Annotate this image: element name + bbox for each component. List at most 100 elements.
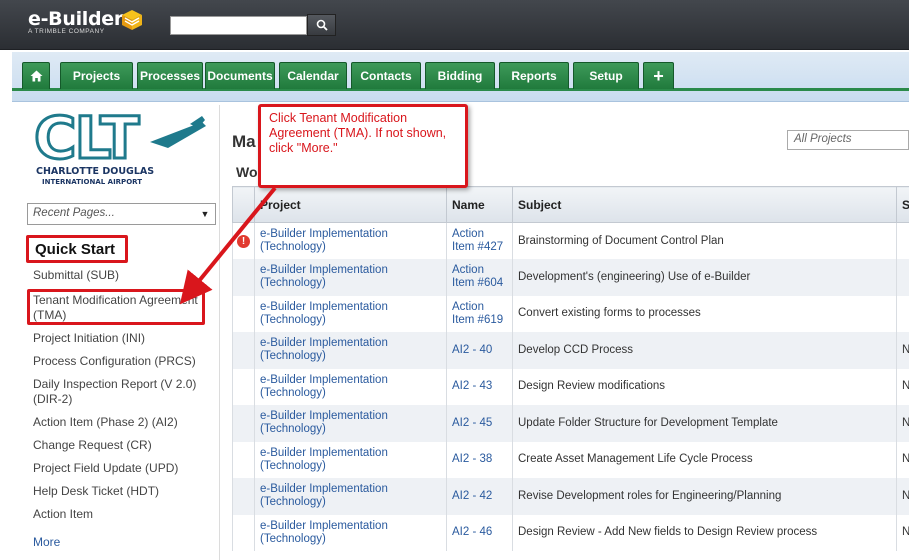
tab-documents[interactable]: Documents <box>205 62 275 89</box>
flag-column-header <box>232 186 255 223</box>
alert-cell <box>232 295 255 332</box>
table-row[interactable]: e-Builder Implementation (Technology) AI2… <box>232 368 909 405</box>
alert-cell: ! <box>232 222 255 259</box>
table-row[interactable]: e-Builder Implementation (Technology) AI2… <box>232 441 909 478</box>
subject-cell: Development's (engineering) Use of e-Bui… <box>512 259 897 296</box>
alert-cell <box>232 514 255 551</box>
quick-link-help-desk[interactable]: Help Desk Ticket (HDT) <box>33 484 213 499</box>
column-header-s[interactable]: S <box>896 186 909 223</box>
quick-link-more[interactable]: More <box>33 535 213 550</box>
project-cell[interactable]: e-Builder Implementation (Technology) <box>254 222 447 259</box>
column-header-project[interactable]: Project <box>254 186 447 223</box>
s-cell: N <box>896 405 909 442</box>
name-cell[interactable]: AI2 - 42 <box>446 478 513 515</box>
clt-airport-logo: CLT CHARLOTTE DOUGLAS INTERNATIONAL AIRP… <box>33 108 206 186</box>
alert-cell <box>232 405 255 442</box>
s-cell <box>896 259 909 296</box>
table-row[interactable]: e-Builder Implementation (Technology) Act… <box>232 259 909 296</box>
s-cell: N <box>896 368 909 405</box>
tab-projects[interactable]: Projects <box>60 62 133 89</box>
subject-cell: Convert existing forms to processes <box>512 295 897 332</box>
tab-home[interactable] <box>22 62 50 89</box>
name-cell[interactable]: AI2 - 38 <box>446 441 513 478</box>
brand-name: e-Builder <box>28 8 123 30</box>
subject-cell: Create Asset Management Life Cycle Proce… <box>512 441 897 478</box>
top-header: e-Builder A TRIMBLE COMPANY <box>0 0 909 50</box>
project-cell[interactable]: e-Builder Implementation (Technology) <box>254 405 447 442</box>
s-cell: N <box>896 514 909 551</box>
s-cell: N <box>896 441 909 478</box>
work-items-table: Project Name Subject S ! e-Builder Implem… <box>232 186 909 551</box>
alert-cell <box>232 478 255 515</box>
alert-cell <box>232 259 255 296</box>
tab-setup[interactable]: Setup <box>573 62 639 89</box>
instruction-callout: Click Tenant Modification Agreement (TMA… <box>258 104 468 188</box>
project-cell[interactable]: e-Builder Implementation (Technology) <box>254 478 447 515</box>
project-cell[interactable]: e-Builder Implementation (Technology) <box>254 368 447 405</box>
subject-cell: Design Review modifications <box>512 368 897 405</box>
section-title: Wo <box>236 164 258 180</box>
column-header-name[interactable]: Name <box>446 186 513 223</box>
global-search-input[interactable] <box>170 16 307 35</box>
project-cell[interactable]: e-Builder Implementation (Technology) <box>254 332 447 369</box>
name-cell[interactable]: Action Item #619 <box>446 295 513 332</box>
tab-calendar[interactable]: Calendar <box>279 62 347 89</box>
table-row[interactable]: e-Builder Implementation (Technology) AI2… <box>232 332 909 369</box>
search-button[interactable] <box>307 14 336 36</box>
alert-cell <box>232 368 255 405</box>
clt-logo-line2: INTERNATIONAL AIRPORT <box>42 178 142 186</box>
quick-link-daily-inspection[interactable]: Daily Inspection Report (V 2.0) (DIR-2) <box>33 377 213 407</box>
quick-link-process-configuration[interactable]: Process Configuration (PRCS) <box>33 354 213 369</box>
page-title: Ma <box>232 132 256 151</box>
table-row[interactable]: e-Builder Implementation (Technology) Act… <box>232 295 909 332</box>
screenshot-frame: e-Builder A TRIMBLE COMPANY Projects Pro… <box>0 0 909 560</box>
name-cell[interactable]: AI2 - 40 <box>446 332 513 369</box>
quick-link-action-item[interactable]: Action Item <box>33 507 213 522</box>
name-cell[interactable]: AI2 - 46 <box>446 514 513 551</box>
quick-start-highlight <box>26 235 128 263</box>
s-cell <box>896 295 909 332</box>
name-cell[interactable]: Action Item #427 <box>446 222 513 259</box>
project-cell[interactable]: e-Builder Implementation (Technology) <box>254 514 447 551</box>
clt-logo-letters: CLT <box>34 108 140 172</box>
name-cell[interactable]: AI2 - 45 <box>446 405 513 442</box>
name-cell[interactable]: Action Item #604 <box>446 259 513 296</box>
table-row[interactable]: ! e-Builder Implementation (Technology) Ac… <box>232 222 909 259</box>
quick-link-change-request[interactable]: Change Request (CR) <box>33 438 213 453</box>
project-filter-input[interactable]: All Projects <box>787 130 909 150</box>
s-cell: N <box>896 332 909 369</box>
project-cell[interactable]: e-Builder Implementation (Technology) <box>254 259 447 296</box>
subject-cell: Design Review - Add New fields to Design… <box>512 514 897 551</box>
tma-highlight <box>27 289 205 325</box>
tab-contacts[interactable]: Contacts <box>351 62 421 89</box>
alert-cell <box>232 441 255 478</box>
subject-cell: Brainstorming of Document Control Plan <box>512 222 897 259</box>
quick-link-action-item-phase2[interactable]: Action Item (Phase 2) (AI2) <box>33 415 213 430</box>
quick-link-project-field-update[interactable]: Project Field Update (UPD) <box>33 461 213 476</box>
table-row[interactable]: e-Builder Implementation (Technology) AI2… <box>232 514 909 551</box>
s-cell <box>896 222 909 259</box>
table-row[interactable]: e-Builder Implementation (Technology) AI2… <box>232 405 909 442</box>
subject-cell: Revise Development roles for Engineering… <box>512 478 897 515</box>
recent-pages-select[interactable]: Recent Pages... ▼ <box>27 203 216 225</box>
name-cell[interactable]: AI2 - 43 <box>446 368 513 405</box>
quick-link-submittal[interactable]: Submittal (SUB) <box>33 268 213 283</box>
tab-reports[interactable]: Reports <box>499 62 569 89</box>
chevron-down-icon: ▼ <box>200 209 210 219</box>
column-header-subject[interactable]: Subject <box>512 186 897 223</box>
clt-logo-line1: CHARLOTTE DOUGLAS <box>36 166 154 177</box>
quick-link-project-initiation[interactable]: Project Initiation (INI) <box>33 331 213 346</box>
project-cell[interactable]: e-Builder Implementation (Technology) <box>254 441 447 478</box>
s-cell: N <box>896 478 909 515</box>
tab-processes[interactable]: Processes <box>137 62 203 89</box>
home-icon <box>30 70 42 82</box>
table-header-row: Project Name Subject S <box>232 186 909 223</box>
cube-logo-icon <box>122 10 142 30</box>
project-cell[interactable]: e-Builder Implementation (Technology) <box>254 295 447 332</box>
tab-bidding[interactable]: Bidding <box>425 62 495 89</box>
subject-cell: Develop CCD Process <box>512 332 897 369</box>
table-row[interactable]: e-Builder Implementation (Technology) AI2… <box>232 478 909 515</box>
ebuilder-logo: e-Builder A TRIMBLE COMPANY <box>28 8 142 35</box>
subject-cell: Update Folder Structure for Development … <box>512 405 897 442</box>
tab-add[interactable]: + <box>643 62 674 89</box>
